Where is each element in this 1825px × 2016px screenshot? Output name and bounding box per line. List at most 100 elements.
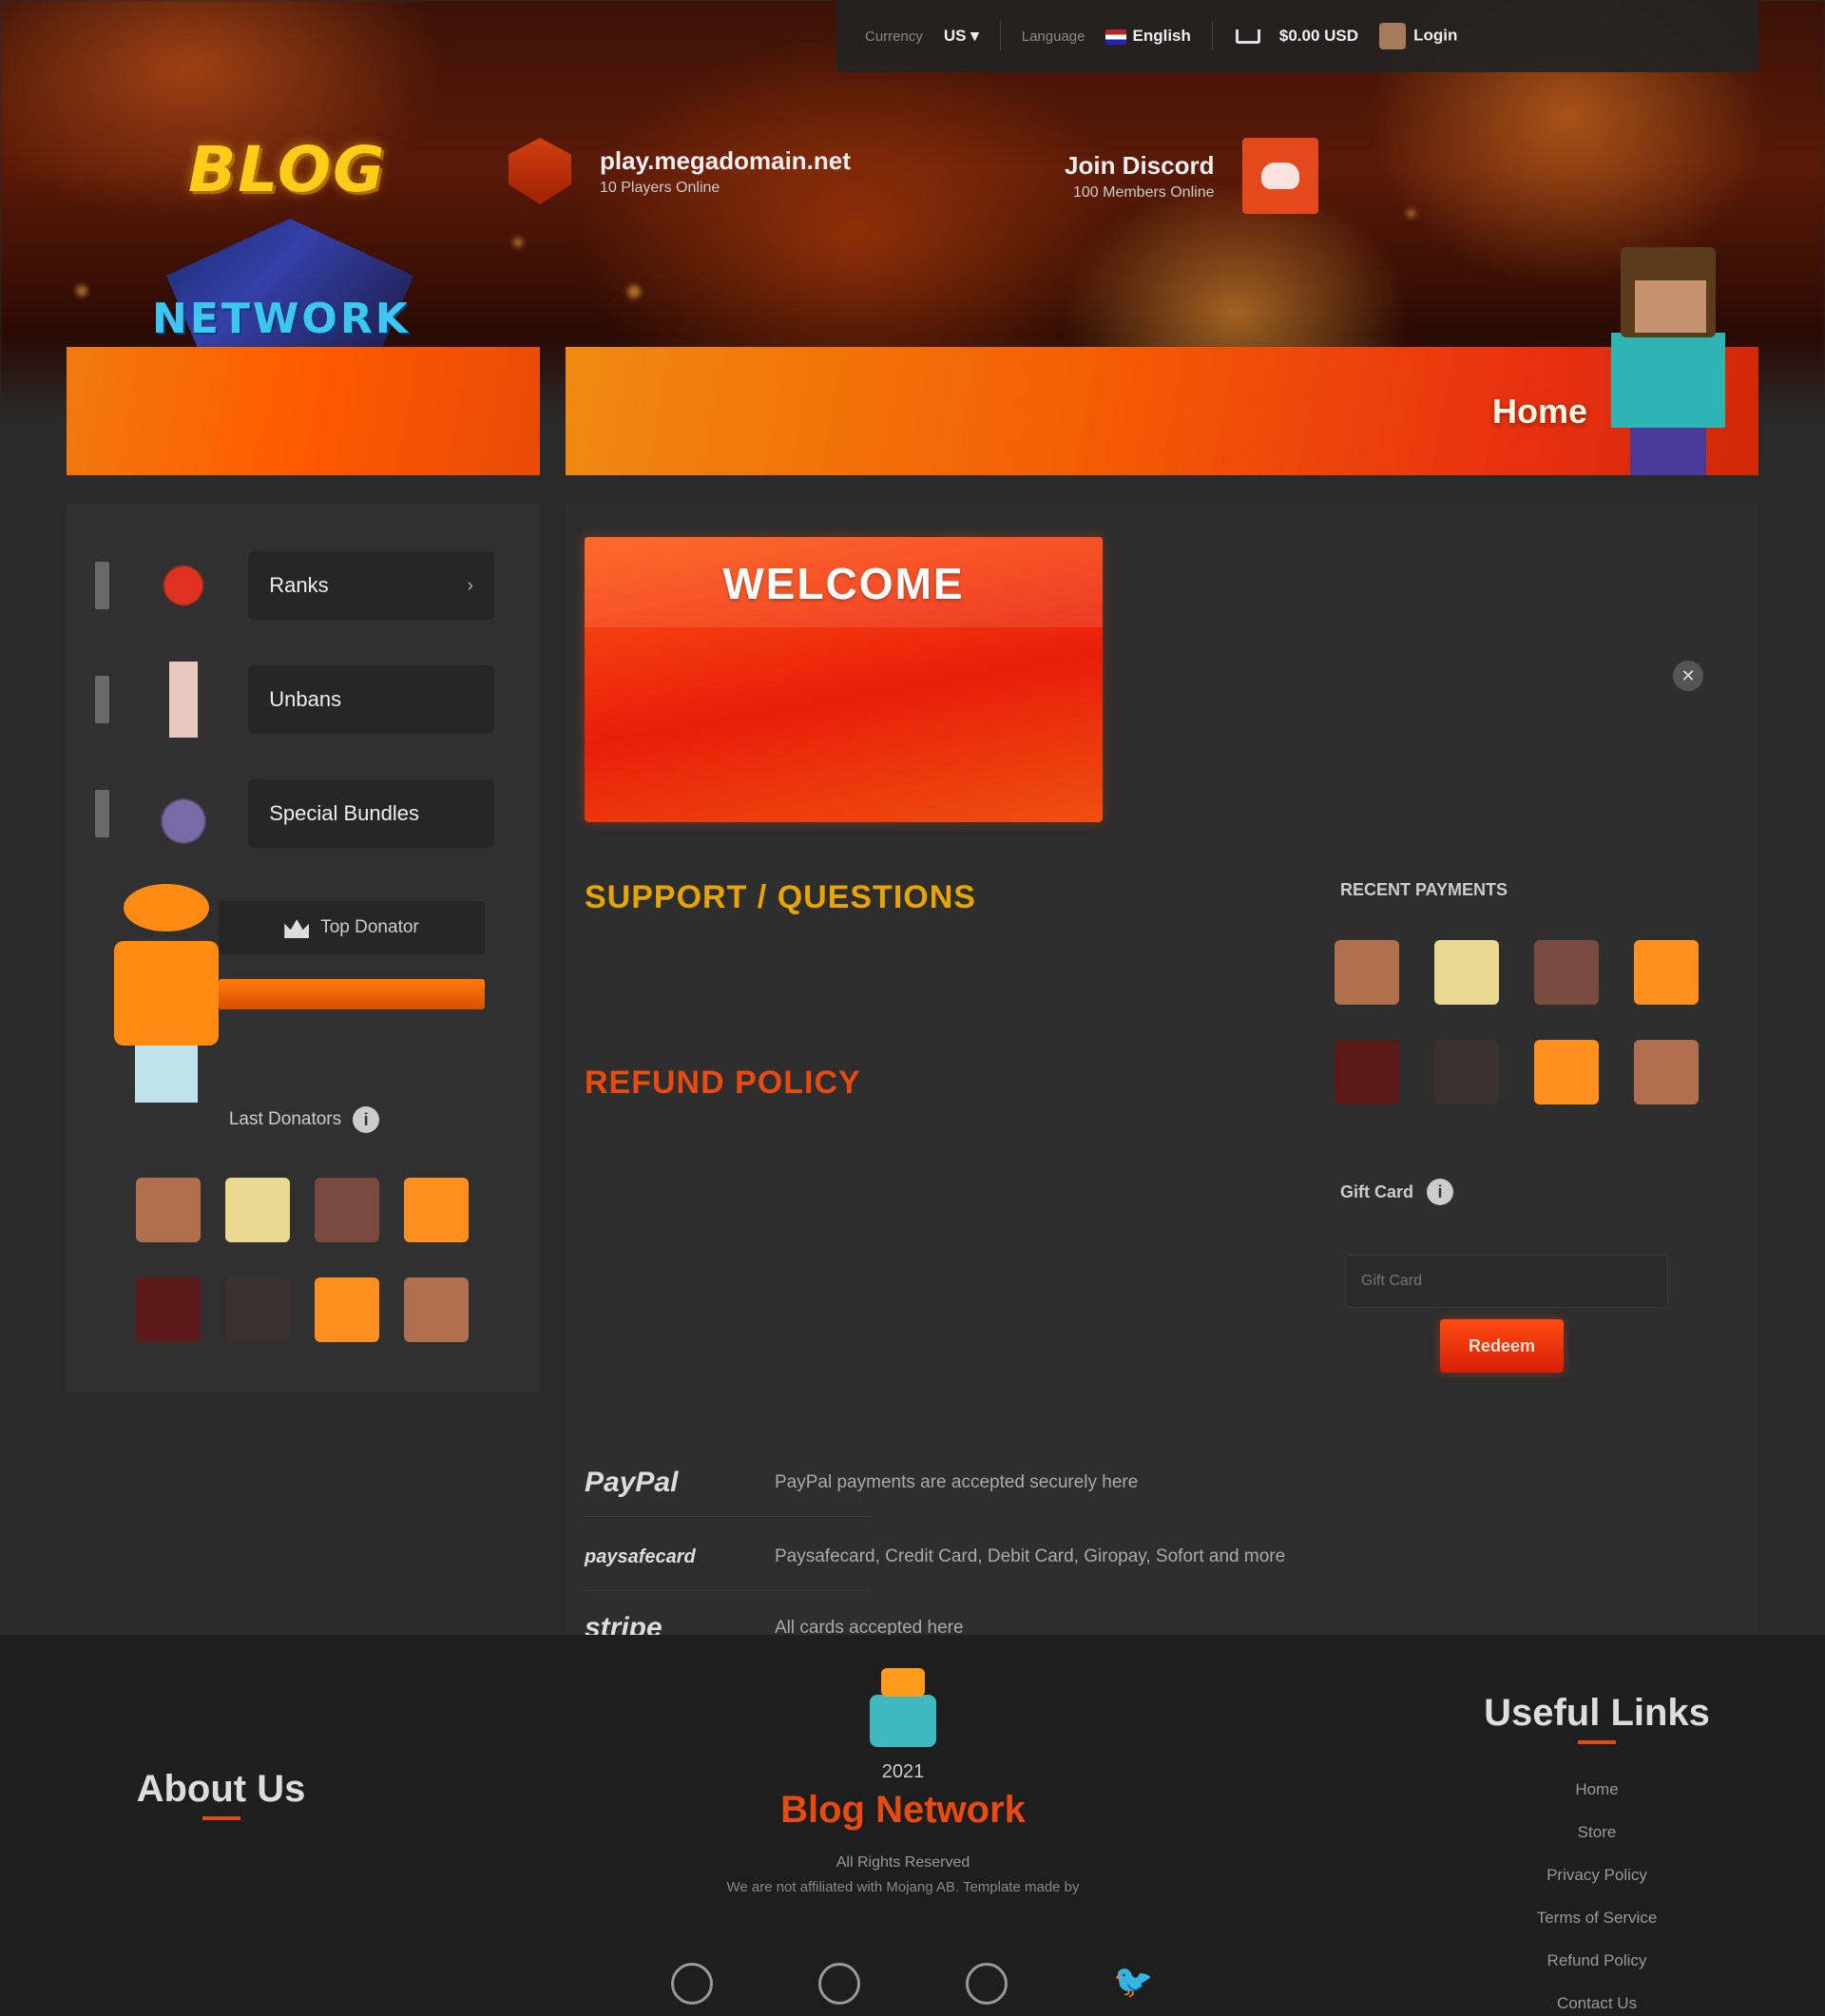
disclaimer-label: We are not affiliated with Mojang AB. Te…: [726, 1879, 1080, 1895]
payment-method-text: PayPal payments are accepted securely he…: [775, 1472, 1139, 1492]
title-underline: [202, 1816, 240, 1820]
payer-avatar[interactable]: [1533, 939, 1599, 1005]
redeem-button[interactable]: Redeem: [1440, 1319, 1564, 1373]
category-label-box: Special Bundles: [248, 779, 494, 848]
youtube-social-icon[interactable]: [817, 1963, 860, 2005]
donor-avatar[interactable]: [136, 1177, 201, 1242]
category-ranks[interactable]: Ranks ›: [95, 542, 494, 629]
divider: [585, 1516, 870, 1517]
footer-link[interactable]: Home: [1378, 1768, 1815, 1811]
language-label: Language: [1021, 28, 1085, 45]
social-links: 🐦: [618, 1963, 1207, 2005]
welcome-card: WELCOME: [585, 537, 1103, 822]
category-label: Ranks: [269, 573, 329, 597]
discord-members: 100 Members Online: [1072, 183, 1215, 201]
top-bar: Currency US ▾ Language English $0.00 USD…: [836, 0, 1758, 72]
divider: [999, 22, 1001, 50]
copyright-text: All Rights Reserved: [836, 1854, 970, 1871]
instagram-social-icon[interactable]: [965, 1963, 1008, 2005]
avatar: [1379, 23, 1407, 49]
category-unbans[interactable]: Unbans: [95, 656, 494, 743]
top-donator-label: Top Donator: [320, 917, 419, 937]
category-handle: [95, 676, 110, 723]
category-image: [147, 662, 221, 738]
shield-icon: [509, 138, 571, 204]
useful-links-label: Useful Links: [1484, 1692, 1710, 1734]
info-icon[interactable]: i: [353, 1106, 380, 1133]
footer-link[interactable]: Terms of Service: [1378, 1896, 1815, 1939]
refund-title: REFUND POLICY: [585, 1065, 861, 1101]
ember-particle: [76, 285, 87, 297]
donor-avatar[interactable]: [136, 1277, 201, 1342]
useful-links-title: Useful Links: [1478, 1692, 1716, 1744]
footer: About Us 2021 Blog Network All Rights Re…: [0, 1635, 1825, 2016]
category-special-bundles[interactable]: Special Bundles: [95, 770, 494, 857]
discord-title: Join Discord: [1065, 150, 1215, 180]
footer-brand: Blog Network: [780, 1789, 1026, 1831]
payment-method-row: PayPal PayPal payments are accepted secu…: [585, 1454, 1535, 1511]
latest-donators-grid: [124, 1160, 481, 1359]
character-skin-image: [1602, 247, 1735, 475]
payment-method-text: Paysafecard, Credit Card, Debit Card, Gi…: [775, 1546, 1286, 1566]
footer-link[interactable]: Refund Policy: [1378, 1939, 1815, 1982]
divider: [585, 1590, 870, 1591]
server-ip-box[interactable]: play.megadomain.net 10 Players Online: [509, 138, 851, 204]
useful-links-list: Home Store Privacy Policy Terms of Servi…: [1378, 1768, 1815, 2016]
latest-donators-label: Last Donators: [228, 1109, 342, 1129]
top-donator-skin: [114, 884, 219, 1103]
cart-total[interactable]: $0.00 USD: [1279, 27, 1358, 46]
ember-particle: [627, 285, 641, 298]
divider: [1211, 22, 1213, 50]
currency-select[interactable]: US ▾: [944, 27, 979, 46]
language-select[interactable]: English: [1105, 27, 1191, 46]
gift-card-header: Gift Card i: [1340, 1179, 1454, 1205]
payer-avatar[interactable]: [1633, 939, 1699, 1005]
close-icon[interactable]: ✕: [1673, 661, 1703, 691]
main-content: WELCOME ✕ SUPPORT / QUESTIONS REFUND POL…: [566, 504, 1758, 1654]
donor-avatar[interactable]: [225, 1177, 290, 1242]
donor-avatar[interactable]: [404, 1177, 469, 1242]
payer-avatar[interactable]: [1633, 1039, 1699, 1104]
payer-avatar[interactable]: [1334, 1039, 1399, 1104]
sidebar-banner: [67, 347, 540, 475]
recent-payments-grid: [1316, 922, 1716, 1122]
sidebar: Ranks › Unbans Special Bundles Top Donat…: [67, 504, 540, 1392]
latest-donators-header: Last Donators i: [143, 1093, 466, 1146]
ember-particle: [1407, 209, 1415, 218]
login-button[interactable]: Login: [1379, 23, 1457, 49]
top-donator-header: Top Donator: [219, 901, 485, 954]
info-icon[interactable]: i: [1427, 1179, 1454, 1205]
about-us-label: About Us: [136, 1768, 306, 1810]
donor-avatar[interactable]: [315, 1277, 379, 1342]
donor-avatar[interactable]: [225, 1277, 290, 1342]
crown-icon: [284, 919, 310, 938]
payer-avatar[interactable]: [1433, 939, 1499, 1005]
page-title: Home: [1491, 391, 1587, 431]
payer-avatar[interactable]: [1433, 1039, 1499, 1104]
payment-method-row: paysafecard Paysafecard, Credit Card, De…: [585, 1528, 1535, 1585]
footer-link[interactable]: Store: [1378, 1811, 1815, 1853]
discord-box[interactable]: Join Discord 100 Members Online: [1065, 138, 1319, 214]
twitter-social-icon[interactable]: 🐦: [1113, 1963, 1155, 2005]
footer-logo: [860, 1668, 946, 1754]
footer-link[interactable]: Contact Us: [1378, 1982, 1815, 2016]
top-donator-name: [219, 979, 485, 1009]
cart-icon[interactable]: [1234, 26, 1260, 47]
discord-social-icon[interactable]: [670, 1963, 713, 2005]
chevron-right-icon: ›: [467, 574, 473, 596]
payer-avatar[interactable]: [1533, 1039, 1599, 1104]
disclaimer-text: We are not affiliated with Mojang AB. Te…: [608, 1879, 1198, 1895]
gift-card-input[interactable]: [1345, 1255, 1668, 1308]
category-label-box: Unbans: [248, 665, 494, 734]
server-players: 10 Players Online: [600, 179, 720, 196]
donor-avatar[interactable]: [404, 1277, 469, 1342]
footer-year: 2021: [881, 1761, 925, 1782]
logo-title: BLOG: [188, 133, 387, 206]
category-label: Special Bundles: [269, 801, 420, 825]
payer-avatar[interactable]: [1334, 939, 1399, 1005]
donor-avatar[interactable]: [315, 1177, 379, 1242]
category-image: [147, 547, 221, 624]
footer-brand-block: 2021 Blog Network All Rights Reserved We…: [608, 1668, 1198, 1895]
footer-link[interactable]: Privacy Policy: [1378, 1853, 1815, 1896]
flag-icon: [1105, 29, 1127, 45]
